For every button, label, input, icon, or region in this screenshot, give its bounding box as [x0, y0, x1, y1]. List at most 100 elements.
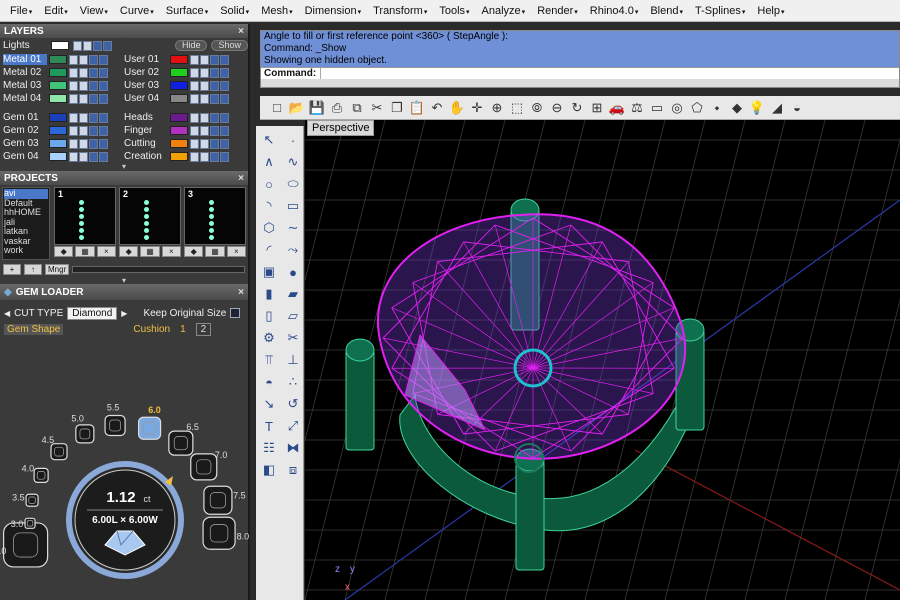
- layer-toggle-icons[interactable]: [69, 151, 108, 162]
- menu-item[interactable]: Curve▾: [114, 5, 160, 17]
- layer-toggle-icons[interactable]: [190, 125, 229, 136]
- analyze-icon[interactable]: ◧: [258, 460, 280, 480]
- menu-item[interactable]: File▾: [4, 5, 38, 17]
- new-file-icon[interactable]: □: [268, 99, 286, 117]
- layer-row[interactable]: Cutting: [124, 138, 245, 149]
- layer-toggle-icons[interactable]: [190, 112, 229, 123]
- menu-item[interactable]: Rhino4.0▾: [584, 5, 645, 17]
- project-thumbnail[interactable]: 2: [119, 187, 181, 245]
- point-tool-icon[interactable]: ·: [282, 130, 304, 150]
- cut-type-select[interactable]: Diamond: [67, 306, 118, 320]
- project-scrollbar[interactable]: [72, 265, 245, 273]
- gem-size-label[interactable]: 7.0: [215, 450, 228, 460]
- layer-name[interactable]: Metal 03: [3, 80, 47, 91]
- zoom-extents-icon[interactable]: ⦾: [528, 99, 546, 117]
- layer-name[interactable]: Creation: [124, 151, 168, 162]
- thumb-view-icon[interactable]: ▦: [205, 246, 225, 257]
- layer-row[interactable]: Metal 02: [3, 67, 124, 78]
- gem-size-thumb[interactable]: [33, 467, 49, 484]
- layer-toggle-icons[interactable]: [69, 112, 108, 123]
- viewport-canvas[interactable]: z yx: [305, 120, 900, 600]
- menu-item[interactable]: Surface▾: [160, 5, 214, 17]
- menu-item[interactable]: Help▾: [751, 5, 790, 17]
- layer-color-swatch[interactable]: [49, 152, 67, 161]
- layer-color-swatch[interactable]: [170, 81, 188, 90]
- gem-loader-close-icon[interactable]: ×: [238, 287, 244, 298]
- fillet-icon[interactable]: ◜: [258, 240, 280, 260]
- viewport-layout-icon[interactable]: ⊞: [588, 99, 606, 117]
- viewport-label[interactable]: Perspective: [307, 120, 375, 136]
- layer-row[interactable]: Heads: [124, 112, 245, 123]
- perspective-viewport[interactable]: Perspective zyx: [305, 120, 900, 600]
- layer-row[interactable]: User 01: [124, 54, 245, 65]
- layer-color-swatch[interactable]: [49, 139, 67, 148]
- gem-size-thumb[interactable]: [168, 430, 194, 456]
- light-icon[interactable]: 💡: [748, 99, 766, 117]
- lights-toggle-icons[interactable]: [73, 40, 112, 51]
- show-button[interactable]: Show: [211, 40, 248, 51]
- layer-color-swatch[interactable]: [49, 55, 67, 64]
- car-icon[interactable]: 🚗: [608, 99, 626, 117]
- open-file-icon[interactable]: 📂: [288, 99, 306, 117]
- select-icon[interactable]: ↖: [258, 130, 280, 150]
- dimension-icon[interactable]: ↘: [258, 394, 280, 414]
- shape-option-2[interactable]: 2: [195, 322, 212, 336]
- gem-size-label[interactable]: 6.5: [186, 422, 199, 432]
- layer-row[interactable]: Gem 01: [3, 112, 124, 123]
- layer-row[interactable]: User 03: [124, 80, 245, 91]
- layer-name[interactable]: Gem 02: [3, 125, 47, 136]
- project-list-item[interactable]: work: [4, 245, 48, 256]
- menu-item[interactable]: T-Splines▾: [689, 5, 751, 17]
- copy-icon[interactable]: ❐: [388, 99, 406, 117]
- zoom-selected-icon[interactable]: ⊖: [548, 99, 566, 117]
- project-list[interactable]: avi Default hhHOME jali latkan vaskar work: [2, 187, 50, 260]
- osnap-icon[interactable]: ⬠: [688, 99, 706, 117]
- print-icon[interactable]: ⎙: [328, 99, 346, 117]
- layer-row[interactable]: Metal 01: [3, 54, 124, 65]
- mirror-icon[interactable]: ⧓: [282, 438, 304, 458]
- pan-icon[interactable]: ✋: [448, 99, 466, 117]
- thumb-delete-icon[interactable]: ×: [96, 246, 116, 257]
- project-thumbnail[interactable]: 3: [184, 187, 246, 245]
- layer-name[interactable]: Metal 01: [3, 54, 47, 65]
- layer-row[interactable]: User 02: [124, 67, 245, 78]
- gem-size-label[interactable]: 0.0: [0, 546, 6, 556]
- offset-icon[interactable]: ⤳: [282, 240, 304, 260]
- menu-item[interactable]: Mesh▾: [255, 5, 298, 17]
- shape-option-1[interactable]: 1: [180, 324, 186, 335]
- cut-next-icon[interactable]: ▶: [121, 309, 127, 318]
- project-thumbnail[interactable]: 1: [54, 187, 116, 245]
- layer-name[interactable]: Metal 04: [3, 93, 47, 104]
- gem-size-label[interactable]: 5.5: [107, 403, 120, 413]
- layer-name[interactable]: User 01: [124, 54, 168, 65]
- gem-size-thumb[interactable]: [190, 453, 218, 481]
- thumb-load-icon[interactable]: ◆: [54, 246, 74, 257]
- layer-color-swatch[interactable]: [49, 94, 67, 103]
- drafting-icon[interactable]: ⚖: [628, 99, 646, 117]
- grid-snap-icon[interactable]: ▭: [648, 99, 666, 117]
- rectangle-icon[interactable]: ▭: [282, 196, 304, 216]
- layer-name[interactable]: User 04: [124, 93, 168, 104]
- gem-size-thumb[interactable]: [3, 522, 49, 568]
- transform-icon[interactable]: ⚙: [258, 328, 280, 348]
- text-icon[interactable]: T: [258, 416, 280, 436]
- layer-color-swatch[interactable]: [170, 55, 188, 64]
- layer-row[interactable]: Gem 03: [3, 138, 124, 149]
- layer-color-swatch[interactable]: [49, 68, 67, 77]
- join-icon[interactable]: ⊥: [282, 350, 304, 370]
- layers-close-icon[interactable]: ×: [238, 26, 244, 37]
- layer-row[interactable]: Creation: [124, 151, 245, 162]
- menu-item[interactable]: Analyze▾: [476, 5, 532, 17]
- layer-toggle-icons[interactable]: [69, 67, 108, 78]
- layer-color-swatch[interactable]: [170, 139, 188, 148]
- surface-icon[interactable]: ▮: [258, 284, 280, 304]
- polygon-icon[interactable]: ⬡: [258, 218, 280, 238]
- move-view-icon[interactable]: ✛: [468, 99, 486, 117]
- gem-size-label[interactable]: 4.0: [22, 463, 35, 473]
- layer-row[interactable]: Gem 02: [3, 125, 124, 136]
- menu-item[interactable]: Transform▾: [367, 5, 433, 17]
- layer-toggle-icons[interactable]: [190, 54, 229, 65]
- gem-size-thumb[interactable]: [137, 416, 162, 440]
- collapse-projects-icon[interactable]: ▾: [122, 276, 126, 285]
- gem-size-label[interactable]: 3.0: [11, 519, 24, 529]
